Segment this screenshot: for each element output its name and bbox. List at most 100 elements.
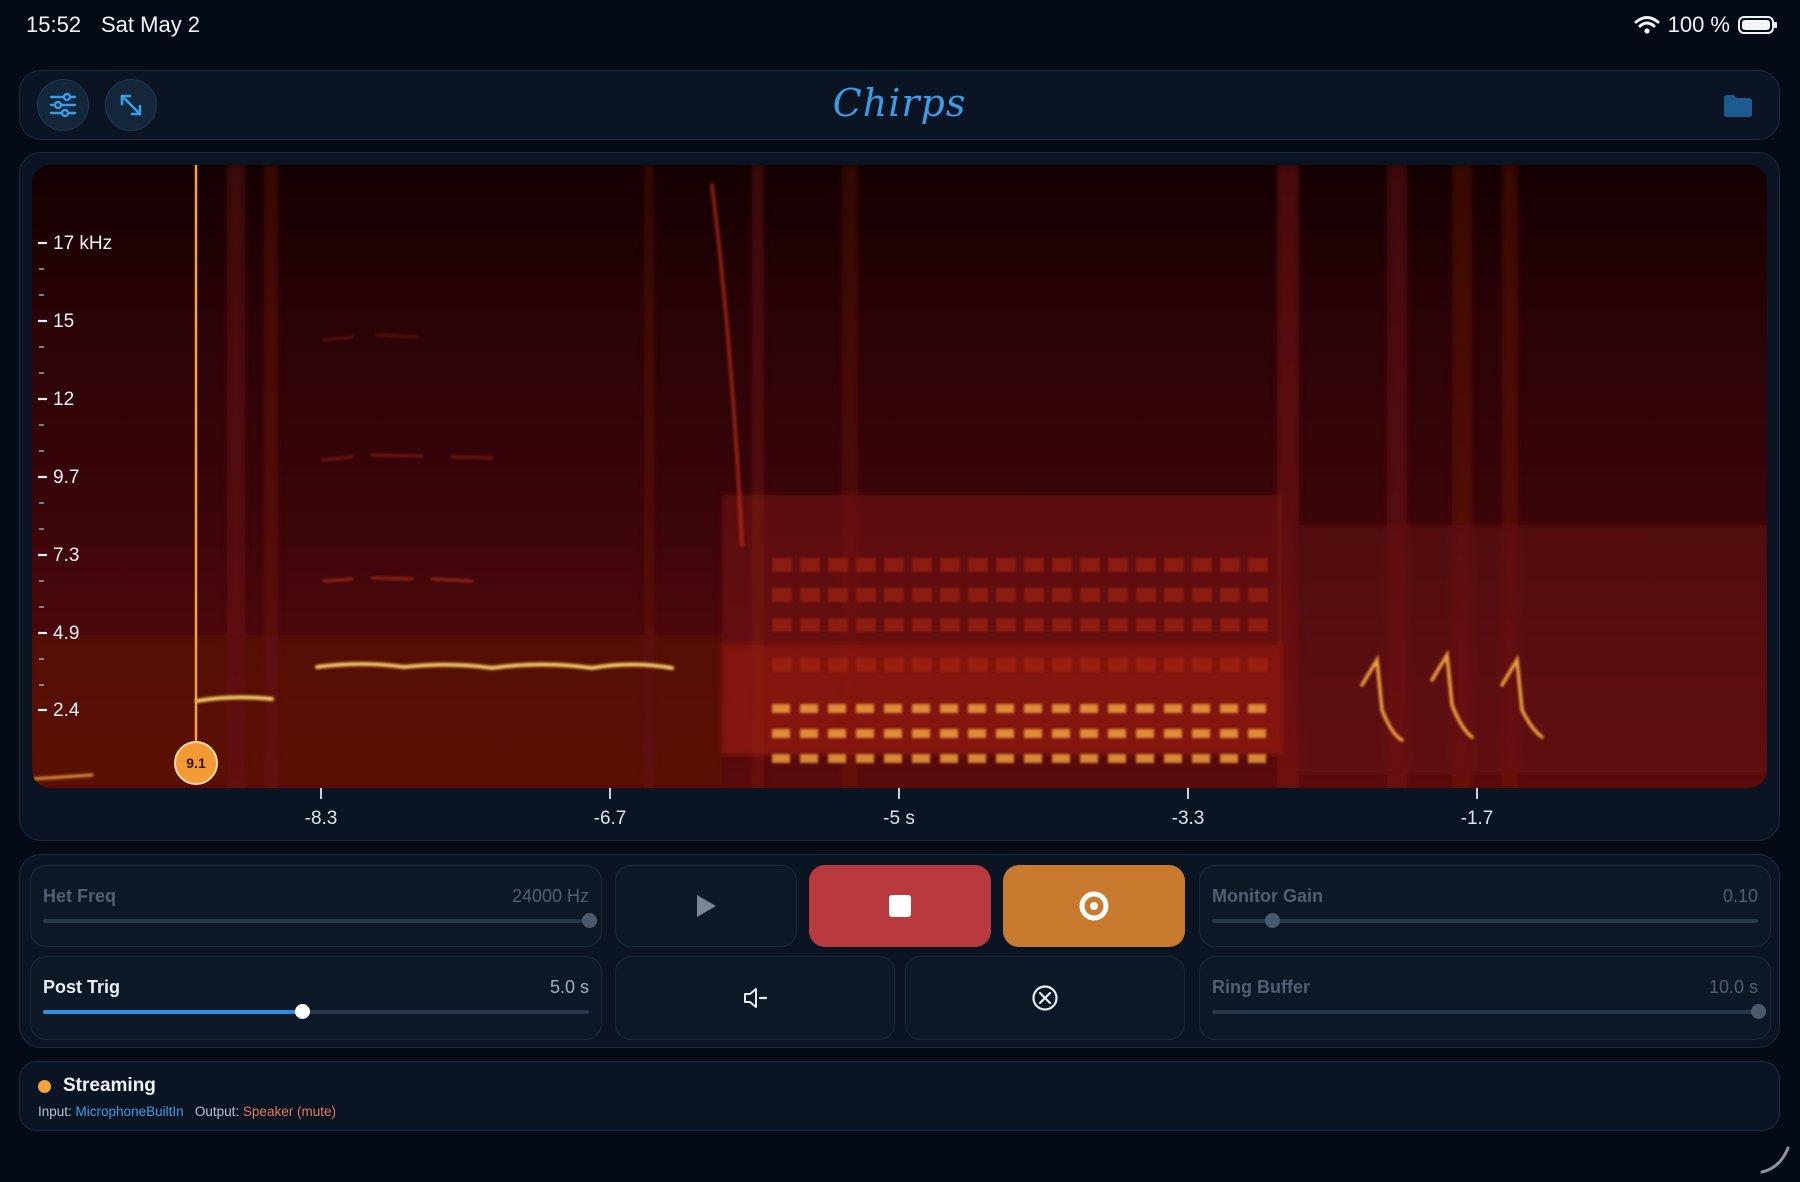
ring-buffer-label: Ring Buffer xyxy=(1212,977,1310,997)
spectrogram-texture xyxy=(996,754,1014,763)
spectrogram-texture xyxy=(1220,558,1240,572)
spectrogram-texture xyxy=(1164,658,1184,672)
record-button[interactable] xyxy=(1003,865,1185,947)
spectrogram-texture xyxy=(996,558,1016,572)
spectrogram-texture xyxy=(856,754,874,763)
ring-buffer-track[interactable] xyxy=(1212,1004,1766,1019)
spectrogram-texture xyxy=(1080,588,1100,602)
freq-label: 4.9 xyxy=(53,623,79,644)
spectrogram-texture xyxy=(1024,588,1044,602)
spectrogram-texture xyxy=(1192,588,1212,602)
time-tick xyxy=(320,788,322,799)
het-freq-slider[interactable]: Het Freq 24000 Hz xyxy=(30,865,602,947)
monitor-gain-slider[interactable]: Monitor Gain 0.10 xyxy=(1199,865,1771,947)
spectrogram-texture xyxy=(912,658,932,672)
spectrogram-texture xyxy=(1164,729,1182,738)
spectrogram-texture xyxy=(1136,558,1156,572)
speaker-mute-button[interactable] xyxy=(615,956,895,1040)
battery-icon xyxy=(1738,16,1777,34)
spectrogram-texture xyxy=(968,558,988,572)
spectrogram-texture xyxy=(1108,618,1128,632)
spectrogram-texture xyxy=(1192,658,1212,672)
input-device: MicrophoneBuiltIn xyxy=(75,1104,184,1119)
spectrogram-texture xyxy=(884,558,904,572)
spectrogram-texture xyxy=(940,704,958,713)
spectrogram-texture xyxy=(828,754,846,763)
spectrogram-texture xyxy=(1108,658,1128,672)
spectrogram-texture xyxy=(856,588,876,602)
spectrogram-texture xyxy=(996,658,1016,672)
spectrogram-texture xyxy=(940,618,960,632)
freq-label: 2.4 xyxy=(53,700,80,721)
freq-label: 7.3 xyxy=(53,545,79,566)
stop-button[interactable] xyxy=(809,865,991,947)
spectrogram-texture xyxy=(1220,588,1240,602)
spectrogram-texture xyxy=(1080,704,1098,713)
het-freq-track[interactable] xyxy=(43,913,597,928)
spectrogram-panel: 17 kHz 15 12 9.7 7.3 4.9 2.4 9.1 -8.3 -6.7 -5 s-… xyxy=(19,152,1780,841)
spectrogram-texture xyxy=(1220,658,1240,672)
spectrogram-texture xyxy=(1248,754,1266,763)
spectrogram-texture xyxy=(1108,558,1128,572)
spectrogram-texture xyxy=(828,558,848,572)
spectrogram-texture xyxy=(1024,658,1044,672)
spectrogram-texture xyxy=(1052,754,1070,763)
speaker-mute-icon xyxy=(744,988,768,1008)
spectrogram-texture xyxy=(800,754,818,763)
spectrogram-texture xyxy=(1248,618,1268,632)
controls-panel: Het Freq 24000 Hz Post Trig 5.0 s Monito… xyxy=(19,854,1780,1048)
spectrogram-texture xyxy=(856,729,874,738)
time-label: -1.7 xyxy=(1460,808,1494,829)
spectrogram-texture xyxy=(884,754,902,763)
het-freq-value: 24000 Hz xyxy=(511,886,589,906)
het-freq-knob[interactable] xyxy=(582,913,597,928)
spectrogram-texture xyxy=(1024,754,1042,763)
spectrogram-texture xyxy=(32,635,722,785)
spectrogram-texture xyxy=(1220,618,1240,632)
ring-buffer-knob[interactable] xyxy=(1751,1004,1766,1019)
spectrogram-texture xyxy=(828,618,848,632)
spectrogram-texture xyxy=(968,754,986,763)
spectrogram-texture xyxy=(1080,618,1100,632)
spectrogram-texture xyxy=(856,704,874,713)
output-label: Output: xyxy=(194,1104,240,1119)
spectrogram-texture xyxy=(800,704,818,713)
monitor-gain-track[interactable] xyxy=(1212,913,1758,928)
folder-button[interactable] xyxy=(1715,83,1761,129)
clear-button[interactable] xyxy=(905,956,1185,1040)
spectrogram-texture xyxy=(1024,618,1044,632)
scroll-indicator-icon xyxy=(1760,1146,1790,1174)
spectrogram-texture xyxy=(1248,729,1266,738)
spectrogram-texture xyxy=(1108,588,1128,602)
spectrogram-texture xyxy=(1080,558,1100,572)
spectrogram-texture xyxy=(856,558,876,572)
ring-buffer-slider[interactable]: Ring Buffer 10.0 s xyxy=(1199,956,1771,1040)
spectrogram-texture xyxy=(1108,729,1126,738)
spectrogram-texture xyxy=(1052,558,1072,572)
post-trig-knob[interactable] xyxy=(295,1004,311,1019)
spectrogram-view[interactable]: 17 kHz 15 12 9.7 7.3 4.9 2.4 9.1 xyxy=(32,165,1767,788)
status-title: Streaming xyxy=(63,1075,156,1096)
spectrogram-texture xyxy=(1136,658,1156,672)
play-button[interactable] xyxy=(615,865,797,947)
input-label: Input: xyxy=(38,1104,72,1119)
cursor-value: 9.1 xyxy=(186,755,206,771)
post-trig-label: Post Trig xyxy=(43,977,121,997)
spectrogram-texture xyxy=(800,618,820,632)
spectrogram-texture xyxy=(1136,754,1154,763)
spectrogram-image: 17 kHz 15 12 9.7 7.3 4.9 2.4 9.1 xyxy=(32,165,1767,788)
spectrogram-texture xyxy=(884,588,904,602)
stream-status-panel: Streaming Input: MicrophoneBuiltIn Outpu… xyxy=(19,1061,1780,1131)
monitor-gain-knob[interactable] xyxy=(1265,913,1281,928)
spectrogram-texture xyxy=(1164,754,1182,763)
spectrogram-texture xyxy=(1192,618,1212,632)
spectrogram-texture xyxy=(1052,658,1072,672)
spectrogram-texture xyxy=(1024,558,1044,572)
spectrogram-texture xyxy=(772,658,792,672)
time-label: -3.3 xyxy=(1171,808,1205,829)
system-indicators: 100 % xyxy=(1634,12,1777,38)
spectrogram-texture xyxy=(968,588,988,602)
post-trig-track[interactable] xyxy=(43,1004,589,1019)
post-trig-slider[interactable]: Post Trig 5.0 s xyxy=(30,956,602,1040)
record-icon xyxy=(1079,891,1109,921)
